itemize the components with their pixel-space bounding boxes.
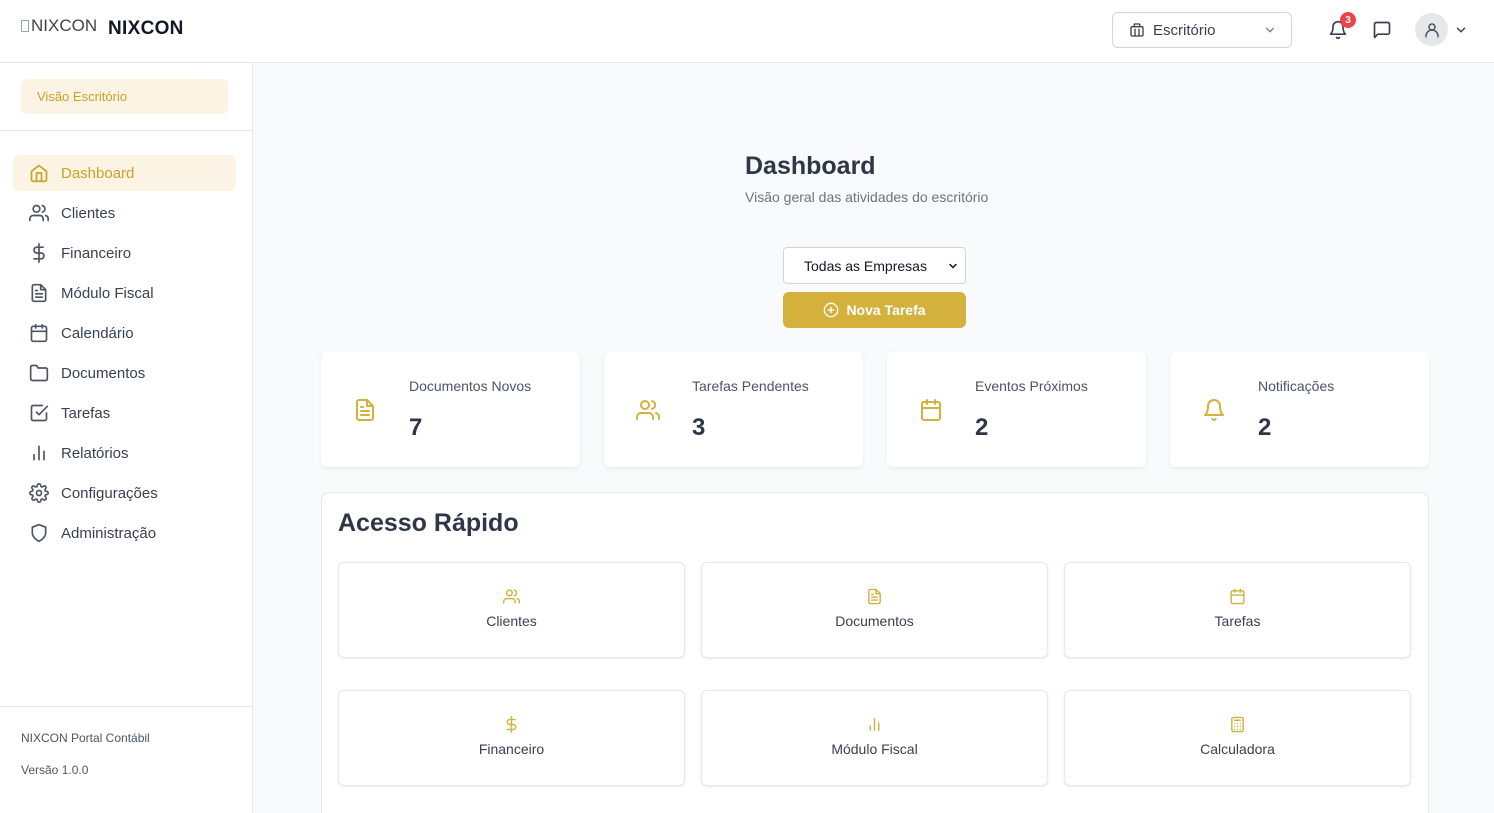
quick-access-calculadora[interactable]: Calculadora	[1064, 690, 1411, 786]
chevron-down-icon	[1265, 27, 1275, 33]
quick-access-financeiro[interactable]: Financeiro	[338, 690, 685, 786]
stat-label: Documentos Novos	[409, 378, 532, 394]
sidebar-item-label: Financeiro	[61, 244, 132, 262]
calculator-icon	[1229, 715, 1246, 733]
sidebar-item-tarefas[interactable]: Tarefas	[13, 395, 236, 431]
logo-image[interactable]: NIXCON	[21, 16, 97, 36]
sidebar-item-label: Configurações	[61, 484, 158, 502]
sidebar-item-configuracoes[interactable]: Configurações	[13, 475, 236, 511]
chevron-down-icon	[949, 263, 957, 269]
footer-version: Versão 1.0.0	[21, 763, 89, 777]
quick-access-label: Módulo Fiscal	[831, 741, 918, 757]
plus-circle-icon	[824, 302, 839, 318]
sidebar-item-label: Documentos	[61, 364, 146, 382]
home-icon	[28, 162, 50, 184]
footer-app-name: NIXCON Portal Contábil	[21, 731, 150, 745]
sidebar-item-relatorios[interactable]: Relatórios	[13, 435, 236, 471]
chevron-down-icon	[1456, 27, 1466, 33]
quick-access-clientes[interactable]: Clientes	[338, 562, 685, 658]
folder-icon	[28, 362, 50, 384]
file-text-icon	[866, 587, 883, 605]
top-header: NIXCON NIXCON Escritório 3	[0, 0, 1494, 63]
sidebar-item-calendario[interactable]: Calendário	[13, 315, 236, 351]
bell-icon	[1202, 398, 1226, 422]
stat-card-tarefas[interactable]: Tarefas Pendentes 3	[604, 352, 863, 467]
logo-alt-text: NIXCON	[31, 16, 98, 35]
notifications-button[interactable]: 3	[1322, 12, 1356, 46]
sidebar-item-financeiro[interactable]: Financeiro	[13, 235, 236, 271]
sidebar-item-dashboard[interactable]: Dashboard	[13, 155, 236, 191]
quick-access-label: Calculadora	[1200, 741, 1275, 757]
bar-chart-icon	[28, 442, 50, 464]
stat-card-notificacoes[interactable]: Notificações 2	[1170, 352, 1429, 467]
users-icon	[503, 587, 520, 605]
sidebar-item-modulo-fiscal[interactable]: Módulo Fiscal	[13, 275, 236, 311]
new-task-button[interactable]: Nova Tarefa	[783, 292, 966, 328]
company-filter-value: Todas as Empresas	[804, 257, 927, 274]
office-selector-label: Escritório	[1153, 21, 1216, 39]
sidebar-item-administracao[interactable]: Administração	[13, 515, 236, 551]
stat-label: Eventos Próximos	[975, 378, 1088, 394]
page-title: Dashboard	[745, 152, 876, 180]
sidebar-item-documentos[interactable]: Documentos	[13, 355, 236, 391]
shield-icon	[28, 522, 50, 544]
dollar-icon	[503, 715, 520, 733]
quick-access-title: Acesso Rápido	[338, 509, 519, 537]
users-icon	[28, 202, 50, 224]
office-selector[interactable]: Escritório	[1112, 12, 1292, 48]
stat-value: 7	[409, 414, 423, 441]
sidebar-item-label: Calendário	[61, 324, 134, 342]
stat-label: Tarefas Pendentes	[692, 378, 809, 394]
gear-icon	[28, 482, 50, 504]
quick-access-label: Financeiro	[478, 741, 545, 757]
stat-card-documentos[interactable]: Documentos Novos 7	[321, 352, 580, 467]
bar-chart-icon	[866, 715, 883, 733]
quick-access-tarefas[interactable]: Tarefas	[1064, 562, 1411, 658]
new-task-label: Nova Tarefa	[846, 302, 926, 318]
quick-access-modulo-fiscal[interactable]: Módulo Fiscal	[701, 690, 1048, 786]
sidebar-item-label: Administração	[61, 524, 157, 542]
user-menu[interactable]	[1415, 13, 1468, 46]
messages-button[interactable]	[1366, 14, 1398, 46]
quick-access-label: Documentos	[835, 613, 914, 629]
quick-access-label: Tarefas	[1214, 613, 1261, 629]
company-filter-select[interactable]: Todas as Empresas	[783, 247, 966, 284]
avatar[interactable]	[1415, 13, 1448, 46]
page-subtitle: Visão geral das atividades do escritório	[745, 189, 989, 205]
file-text-icon	[353, 398, 377, 422]
sidebar: Visão Escritório Dashboard Clientes Fina…	[0, 63, 253, 813]
quick-access-label: Clientes	[486, 613, 537, 629]
broken-image-icon	[21, 20, 29, 32]
building-icon	[1130, 23, 1144, 37]
brand-name[interactable]: NIXCON	[108, 18, 184, 40]
dollar-icon	[28, 242, 50, 264]
stat-label: Notificações	[1258, 378, 1335, 394]
quick-access-panel: Acesso Rápido Clientes Documentos Tarefa…	[321, 492, 1429, 813]
stat-value: 2	[1258, 414, 1272, 441]
user-icon	[1424, 22, 1439, 37]
sidebar-item-clientes[interactable]: Clientes	[13, 195, 236, 231]
sidebar-nav: Dashboard Clientes Financeiro Módulo Fis…	[13, 155, 236, 555]
sidebar-footer-divider	[0, 706, 252, 707]
sidebar-item-label: Relatórios	[61, 444, 129, 462]
calendar-icon	[28, 322, 50, 344]
sidebar-item-label: Dashboard	[61, 164, 135, 182]
file-text-icon	[28, 282, 50, 304]
message-square-icon	[1373, 21, 1391, 39]
quick-access-documentos[interactable]: Documentos	[701, 562, 1048, 658]
users-icon	[636, 398, 661, 422]
view-mode-chip[interactable]: Visão Escritório	[21, 79, 228, 114]
calendar-icon	[919, 398, 943, 422]
notification-badge: 3	[1340, 12, 1356, 28]
sidebar-item-label: Tarefas	[61, 404, 111, 422]
stat-card-eventos[interactable]: Eventos Próximos 2	[887, 352, 1146, 467]
calendar-icon	[1229, 587, 1246, 605]
sidebar-item-label: Clientes	[61, 204, 116, 222]
sidebar-divider	[0, 130, 252, 131]
check-square-icon	[28, 402, 50, 424]
stat-value: 2	[975, 414, 989, 441]
sidebar-item-label: Módulo Fiscal	[61, 284, 154, 302]
stat-value: 3	[692, 414, 706, 441]
